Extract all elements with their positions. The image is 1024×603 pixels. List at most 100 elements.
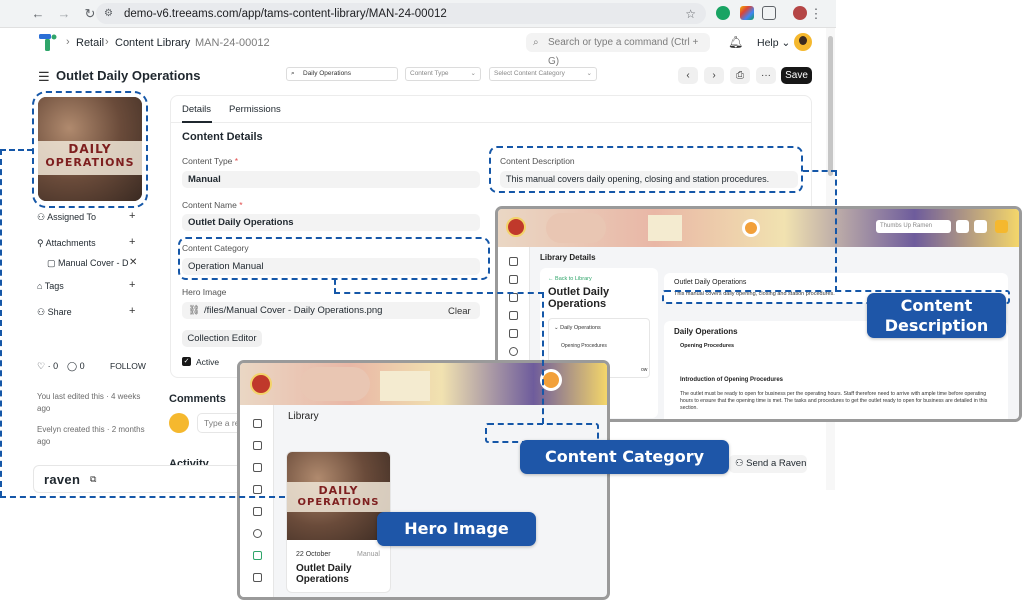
content-category-select[interactable]: Select Content Category ⌄	[489, 67, 597, 81]
save-button[interactable]: Save	[781, 67, 812, 84]
dollar-icon[interactable]	[509, 347, 518, 356]
add-tag-icon[interactable]: +	[129, 279, 135, 291]
add-share-icon[interactable]: +	[129, 305, 135, 317]
clipboard-icon[interactable]	[253, 485, 262, 494]
chart-icon[interactable]	[253, 441, 262, 450]
help-dropdown[interactable]: Help ⌄	[757, 37, 790, 49]
hero-image-field[interactable]: ⛓/files/Manual Cover - Daily Operations.…	[182, 302, 480, 319]
print-button[interactable]: ⎙	[730, 67, 750, 84]
content-type-placeholder: Content Type	[410, 70, 449, 77]
more-actions-button[interactable]: ···	[756, 67, 776, 84]
command-search-input[interactable]: ⌕ Search or type a command (Ctrl + G)	[526, 33, 710, 67]
banner-art	[742, 219, 760, 237]
list-icon[interactable]	[509, 293, 518, 302]
user-avatar[interactable]	[794, 33, 812, 51]
connector-line	[334, 292, 544, 294]
raven-logo[interactable]: raven	[44, 472, 80, 487]
send-raven-button[interactable]: ⚇ Send a Raven	[729, 455, 807, 473]
back-to-library-link[interactable]: ← Back to Library	[548, 276, 592, 282]
sidebar-toggle-icon[interactable]: ☰	[38, 69, 50, 85]
outlet-select[interactable]: Thumbs Up Ramen	[876, 220, 951, 233]
bookmark-star-icon[interactable]: ☆	[685, 7, 696, 21]
next-record-button[interactable]: ›	[704, 67, 724, 84]
breadcrumb-current: MAN-24-00012	[195, 37, 270, 49]
active-tab-indicator	[182, 121, 212, 123]
library-search-input[interactable]: ⌕ Daily Operations	[286, 67, 398, 81]
external-link-icon[interactable]: ⧉	[90, 474, 96, 485]
back-arrow-icon[interactable]: ←	[30, 6, 46, 22]
previous-record-button[interactable]: ‹	[678, 67, 698, 84]
extensions-puzzle-icon[interactable]	[762, 6, 776, 20]
clear-hero-image-button[interactable]: Clear	[448, 306, 471, 317]
comment-count[interactable]: ◯ 0	[67, 361, 85, 372]
tab-details[interactable]: Details	[182, 104, 211, 115]
library-card[interactable]: DAILY OPERATIONS 22 October Manual Outle…	[286, 451, 391, 593]
notification-icon[interactable]	[956, 220, 969, 233]
attachment-file-name: Manual Cover - D	[58, 258, 129, 268]
settings-icon[interactable]	[974, 220, 987, 233]
hero-image-highlight	[32, 91, 148, 208]
overlay-sidebar	[240, 405, 274, 597]
toc-item[interactable]: ⌄ Daily Operations	[554, 325, 601, 331]
content-name-field[interactable]: Outlet Daily Operations	[182, 214, 480, 231]
tags-label[interactable]: ⌂ Tags	[37, 281, 64, 291]
user-avatar[interactable]	[995, 220, 1008, 233]
users-icon[interactable]	[253, 507, 262, 516]
content-type-field[interactable]: Manual	[182, 171, 480, 188]
attachment-item[interactable]: ▢ Manual Cover - D	[47, 258, 129, 269]
commenter-avatar	[169, 413, 189, 433]
breadcrumb-separator-icon: ›	[105, 36, 109, 48]
connector-line	[835, 170, 837, 292]
card-title: Outlet Daily Operations	[296, 563, 352, 585]
chevron-down-icon: ⌄	[586, 70, 592, 77]
banner-art	[546, 213, 606, 243]
likes-value: 0	[53, 361, 59, 371]
list-icon[interactable]	[253, 463, 262, 472]
section-title: Content Details	[182, 131, 263, 143]
forward-arrow-icon[interactable]: →	[56, 6, 72, 22]
extension-icon[interactable]	[740, 6, 754, 20]
tab-permissions[interactable]: Permissions	[229, 104, 281, 115]
dollar-icon[interactable]	[253, 529, 262, 538]
profile-avatar-icon[interactable]	[793, 6, 807, 20]
brand-badge-icon	[506, 217, 526, 237]
extension-icon[interactable]	[716, 6, 730, 20]
content-category-highlight	[178, 237, 490, 280]
share-label[interactable]: ⚇ Share	[37, 307, 72, 318]
add-attachment-icon[interactable]: +	[129, 236, 135, 248]
banner-art	[648, 215, 682, 241]
breadcrumb-retail[interactable]: Retail	[76, 37, 104, 49]
toc-subitem[interactable]: ow	[641, 367, 647, 373]
app-logo-icon[interactable]	[38, 33, 58, 53]
active-checkbox[interactable]: ✓	[182, 357, 191, 366]
toc-subitem[interactable]: Opening Procedures	[561, 343, 607, 349]
browser-menu-icon[interactable]: ⋮	[808, 6, 824, 22]
add-assignee-icon[interactable]: +	[129, 210, 135, 222]
home-icon[interactable]	[509, 257, 518, 266]
section-heading: Daily Operations	[674, 327, 738, 336]
address-bar[interactable]: ⚙ demo-v6.treeams.com/app/tams-content-l…	[96, 3, 706, 24]
food-banner	[240, 363, 607, 405]
content-type-select[interactable]: Content Type ⌄	[405, 67, 481, 81]
like-count[interactable]: ♡ · 0	[37, 361, 58, 372]
card-hero-image: DAILY OPERATIONS	[287, 452, 390, 540]
breadcrumb-content-library[interactable]: Content Library	[115, 37, 190, 49]
clipboard-icon[interactable]	[509, 311, 518, 320]
notification-bell-icon[interactable]: 🔔︎	[728, 35, 743, 49]
home-icon[interactable]	[253, 419, 262, 428]
library-icon[interactable]	[253, 551, 262, 560]
users-icon[interactable]	[509, 329, 518, 338]
content-type-label-text: Content Type	[182, 156, 233, 166]
remove-attachment-icon[interactable]: ✕	[129, 257, 137, 268]
content-category-placeholder: Select Content Category	[494, 70, 565, 77]
assigned-to-label[interactable]: ⚇ Assigned To	[37, 212, 96, 223]
collection-editor-button[interactable]: Collection Editor	[182, 330, 262, 347]
attachments-label[interactable]: ⚲ Attachments	[37, 238, 96, 249]
breadcrumb-separator-icon: ›	[184, 36, 188, 48]
share-text: Share	[47, 307, 72, 317]
follow-button[interactable]: FOLLOW	[110, 361, 146, 371]
box-icon[interactable]	[253, 573, 262, 582]
banner-art	[300, 367, 370, 401]
site-settings-icon[interactable]: ⚙	[104, 8, 118, 19]
chart-icon[interactable]	[509, 275, 518, 284]
